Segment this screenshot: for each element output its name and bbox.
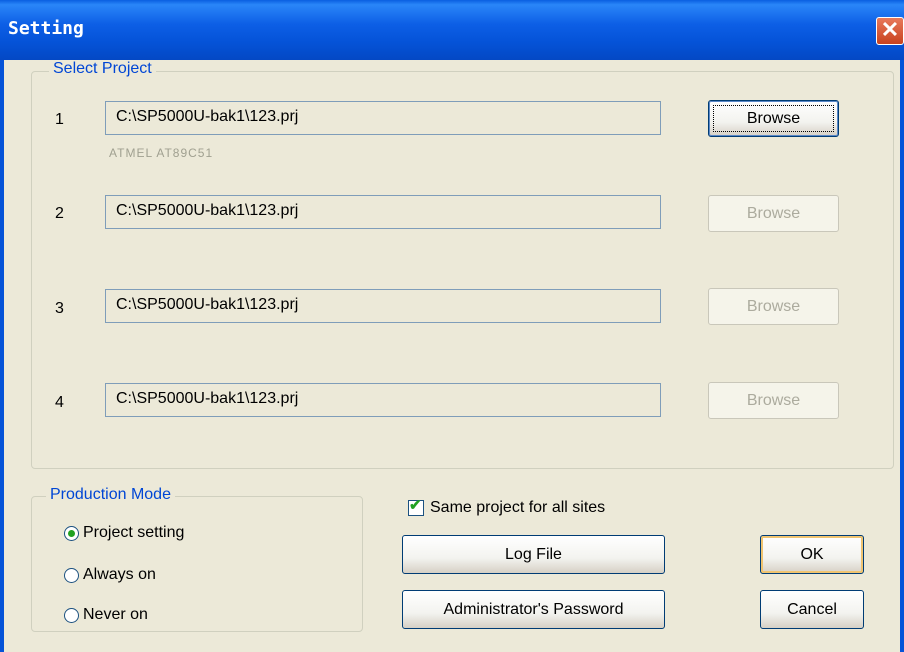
project-path-field-3[interactable]: C:\SP5000U-bak1\123.prj bbox=[105, 289, 661, 323]
cancel-button-label: Cancel bbox=[787, 600, 837, 618]
radio-always-on-label: Always on bbox=[83, 566, 156, 583]
browse-button-4[interactable]: Browse bbox=[708, 382, 839, 419]
radio-unselected-icon bbox=[64, 607, 79, 623]
browse-button-3-label: Browse bbox=[746, 297, 801, 315]
focus-rectangle bbox=[713, 105, 834, 132]
browse-button-3[interactable]: Browse bbox=[708, 288, 839, 325]
project-number-2: 2 bbox=[55, 205, 64, 222]
project-number-4: 4 bbox=[55, 394, 64, 411]
window-title: Setting bbox=[8, 18, 84, 39]
admin-password-button-label: Administrator's Password bbox=[443, 600, 624, 618]
window-frame-left bbox=[0, 60, 4, 652]
production-mode-legend: Production Mode bbox=[46, 486, 175, 504]
radio-never-on[interactable]: Never on bbox=[64, 606, 148, 624]
checkbox-checked-icon: ✔ bbox=[408, 497, 424, 516]
same-project-checkbox[interactable]: ✔ Same project for all sites bbox=[408, 497, 606, 517]
browse-button-4-label: Browse bbox=[746, 391, 801, 409]
setting-dialog: Setting ✕ Select Project 1 C:\SP5000U-ba… bbox=[0, 0, 904, 652]
project-path-field-2[interactable]: C:\SP5000U-bak1\123.prj bbox=[105, 195, 661, 229]
project-number-3: 3 bbox=[55, 300, 64, 317]
window-frame-right bbox=[900, 60, 904, 652]
title-bar[interactable]: Setting ✕ bbox=[0, 0, 904, 60]
admin-password-button[interactable]: Administrator's Password bbox=[402, 590, 665, 629]
project-number-1: 1 bbox=[55, 111, 64, 128]
browse-button-1[interactable]: Browse bbox=[708, 100, 839, 137]
project-path-field-1[interactable]: C:\SP5000U-bak1\123.prj bbox=[105, 101, 661, 135]
same-project-label: Same project for all sites bbox=[430, 499, 606, 516]
log-file-button[interactable]: Log File bbox=[402, 535, 665, 574]
ok-button-label: OK bbox=[800, 545, 824, 563]
radio-unselected-icon bbox=[64, 567, 79, 583]
cancel-button[interactable]: Cancel bbox=[760, 590, 864, 629]
browse-button-2-label: Browse bbox=[746, 204, 801, 222]
radio-selected-icon bbox=[64, 525, 79, 541]
close-icon[interactable]: ✕ bbox=[876, 17, 904, 45]
radio-project-setting-label: Project setting bbox=[83, 524, 185, 541]
radio-always-on[interactable]: Always on bbox=[64, 566, 156, 584]
browse-button-2[interactable]: Browse bbox=[708, 195, 839, 232]
radio-never-on-label: Never on bbox=[83, 606, 148, 623]
log-file-button-label: Log File bbox=[505, 545, 562, 563]
project-path-field-4[interactable]: C:\SP5000U-bak1\123.prj bbox=[105, 383, 661, 417]
ok-button[interactable]: OK bbox=[760, 535, 864, 574]
chip-name-label: ATMEL AT89C51 bbox=[109, 146, 214, 160]
radio-project-setting[interactable]: Project setting bbox=[64, 524, 184, 542]
select-project-legend: Select Project bbox=[49, 60, 156, 78]
